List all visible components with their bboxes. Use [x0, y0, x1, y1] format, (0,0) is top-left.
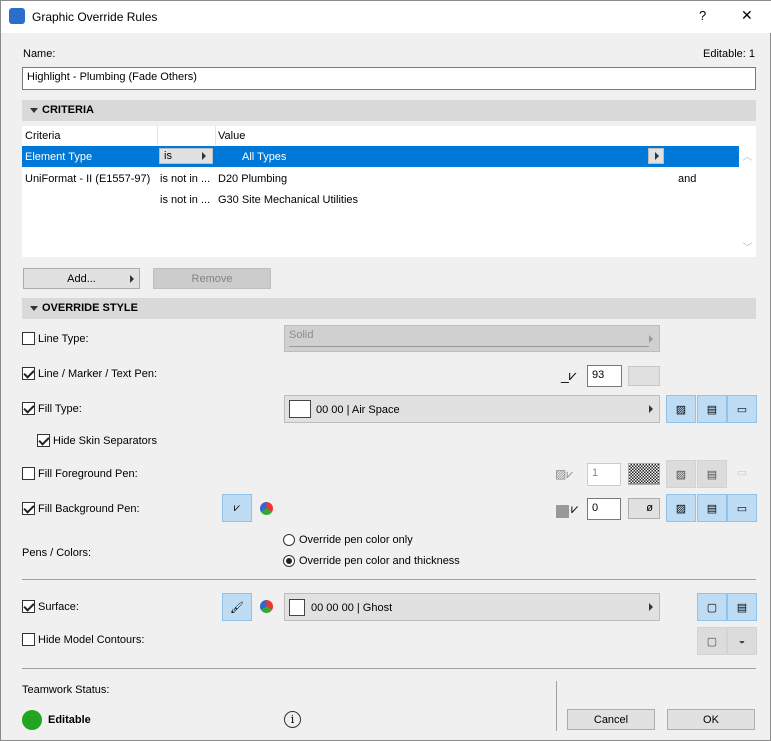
fill-foreground-input[interactable]: 1 [587, 463, 621, 486]
close-button[interactable]: ✕ [741, 7, 753, 24]
teamwork-label: Teamwork Status: [22, 684, 110, 696]
cancel-button[interactable]: Cancel [567, 709, 655, 730]
col-criteria: Criteria [25, 130, 61, 142]
pens-colors-label: Pens / Colors: [22, 547, 92, 559]
line-pen-label: Line / Marker / Text Pen: [38, 367, 158, 380]
line-type-dropdown[interactable]: Solid [284, 325, 660, 352]
hide-skin-checkbox[interactable]: Hide Skin Separators [37, 434, 157, 447]
line-type-checkbox[interactable]: Line Type: [22, 332, 89, 345]
empty-pen-button[interactable]: ø [628, 498, 660, 519]
surface-value: 00 00 00 | Ghost [311, 602, 393, 614]
line-type-value: Solid [289, 329, 314, 341]
row-criteria: UniFormat - II (E1557-97) [25, 173, 151, 185]
name-input[interactable]: Highlight - Plumbing (Fade Others) [22, 67, 756, 90]
divider [22, 668, 756, 669]
radio-pen-color-only[interactable]: Override pen color only [283, 534, 413, 546]
surface-fill-icon[interactable]: ▭ [727, 395, 757, 423]
pen-color-swatch[interactable] [628, 366, 660, 386]
add-label: Add... [67, 273, 96, 285]
operator-dropdown[interactable]: is [159, 148, 213, 164]
fill-background-input[interactable]: 0 [587, 498, 621, 520]
remove-button[interactable]: Remove [153, 268, 271, 289]
surface-fill-icon[interactable]: ▭ [727, 460, 757, 488]
cover-fill-icon[interactable]: ▤ [697, 494, 727, 522]
editable-count: Editable: 1 [703, 48, 755, 60]
operator-value: is [164, 150, 172, 162]
background-color-swatch [556, 505, 569, 518]
fill-background-checkbox[interactable]: Fill Background Pen: [22, 502, 140, 515]
row-criteria: Element Type [25, 151, 93, 163]
pen-icon: ⩗ [571, 501, 579, 516]
add-button[interactable]: Add... [23, 268, 140, 289]
info-icon[interactable]: i [284, 711, 301, 728]
row-operator[interactable]: is not in ... [160, 169, 210, 189]
fill-type-label: Fill Type: [38, 402, 82, 415]
fill-foreground-checkbox[interactable]: Fill Foreground Pen: [22, 467, 138, 480]
divider [556, 681, 557, 731]
cut-fill-icon[interactable]: ▨ [666, 494, 696, 522]
status-indicator-icon [22, 710, 42, 730]
help-button[interactable]: ? [699, 8, 706, 23]
pen-icon: _⩗ [561, 367, 577, 383]
radio-pen-color-thickness[interactable]: Override pen color and thickness [283, 555, 460, 567]
pattern-swatch[interactable] [628, 463, 660, 485]
row-value: All Types [242, 151, 287, 163]
fill-swatch [289, 400, 311, 418]
line-type-label: Line Type: [38, 332, 89, 345]
col-value: Value [218, 130, 246, 142]
row-conjunction[interactable]: and [678, 169, 696, 189]
surface-dropdown[interactable]: 00 00 00 | Ghost [284, 593, 660, 621]
fill-type-dropdown[interactable]: 00 00 | Air Space [284, 395, 660, 423]
surface-cut-icon[interactable]: ▤ [727, 593, 757, 621]
paint-brush-button[interactable]: 🖌 [222, 593, 252, 621]
hide-contours-checkbox[interactable]: Hide Model Contours: [22, 633, 144, 646]
hide-skin-label: Hide Skin Separators [53, 434, 157, 447]
row-value[interactable]: G30 Site Mechanical Utilities [218, 190, 358, 210]
window-title: Graphic Override Rules [32, 10, 158, 24]
app-icon [9, 8, 25, 24]
surface-swatch [289, 599, 305, 616]
cut-fill-icon[interactable]: ▨ [666, 395, 696, 423]
surface-checkbox[interactable]: Surface: [22, 600, 79, 613]
value-dropdown-button[interactable] [648, 148, 664, 164]
color-wheel-icon[interactable] [260, 502, 273, 515]
radio-label: Override pen color and thickness [299, 555, 460, 567]
fill-foreground-label: Fill Foreground Pen: [38, 467, 138, 480]
contour-model-icon[interactable]: ▢ [697, 627, 727, 655]
line-pen-checkbox[interactable]: Line / Marker / Text Pen: [22, 367, 157, 380]
hide-contours-label: Hide Model Contours: [38, 633, 145, 646]
table-scrollbar[interactable]: ︿ ﹀ [739, 126, 756, 257]
cut-fill-icon[interactable]: ▨ [666, 460, 696, 488]
surface-label: Surface: [38, 600, 79, 613]
color-wheel-icon[interactable] [260, 600, 273, 613]
row-value[interactable]: D20 Plumbing [218, 169, 287, 189]
override-section-header[interactable]: OVERRIDE STYLE [22, 298, 756, 319]
pen-picker-button[interactable]: ⩗ [222, 494, 252, 522]
surface-fill-icon[interactable]: ▭ [727, 494, 757, 522]
fill-type-value: 00 00 | Air Space [316, 404, 400, 416]
divider [22, 579, 756, 580]
criteria-table: Criteria Value Element Type is All Types… [22, 126, 739, 257]
name-label: Name: [23, 48, 56, 60]
title-bar: Graphic Override Rules ? ✕ [1, 1, 771, 33]
cover-fill-icon[interactable]: ▤ [697, 395, 727, 423]
status-text: Editable [48, 714, 91, 726]
row-operator[interactable]: is not in ... [160, 190, 210, 210]
criteria-section-header[interactable]: CRITERIA [22, 100, 756, 121]
table-row[interactable]: Element Type is All Types [22, 146, 739, 167]
fill-background-label: Fill Background Pen: [38, 502, 140, 515]
fill-type-checkbox[interactable]: Fill Type: [22, 402, 82, 415]
surface-model-icon[interactable]: ▢ [697, 593, 727, 621]
radio-label: Override pen color only [299, 534, 413, 546]
contour-plan-icon[interactable]: ◒ [727, 627, 757, 655]
ok-button[interactable]: OK [667, 709, 755, 730]
line-pen-input[interactable]: 93 [587, 365, 622, 387]
hatch-pen-icon: ▨⩗ [555, 467, 574, 481]
cover-fill-icon[interactable]: ▤ [697, 460, 727, 488]
